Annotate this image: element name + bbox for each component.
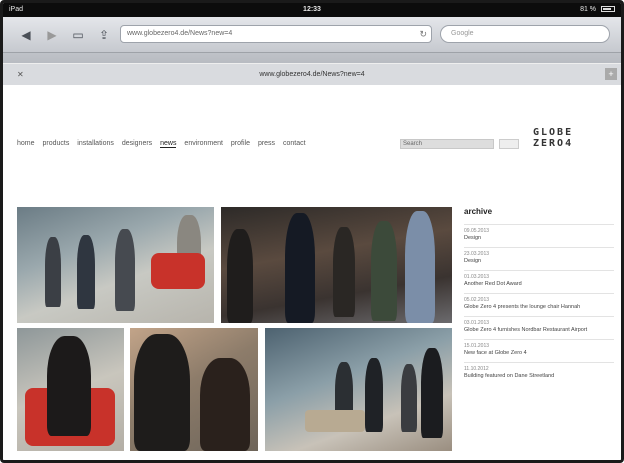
news-photo-3[interactable] <box>17 328 124 451</box>
search-input[interactable]: Google <box>440 25 610 43</box>
archive-item[interactable]: 03.01.2013 Globe Zero 4 furnishes Nordba… <box>464 316 614 339</box>
tab-title: www.globezero4.de/News?new=4 <box>259 71 365 78</box>
bookmarks-icon[interactable]: ▭ <box>69 26 87 44</box>
share-icon[interactable]: ⇪ <box>95 26 113 44</box>
nav-environment[interactable]: environment <box>184 140 223 147</box>
archive-date: 01.03.2013 <box>464 274 490 280</box>
archive-title: Another Red Dot Award <box>464 281 522 287</box>
nav-installations[interactable]: installations <box>77 140 114 147</box>
archive-item[interactable]: 11.10.2012 Building featured on Dane Str… <box>464 362 614 385</box>
nav-products[interactable]: products <box>42 140 69 147</box>
archive-sidebar: archive 09.05.2013 Design 23.03.2013 Des… <box>464 207 614 385</box>
archive-item[interactable]: 09.05.2013 Design <box>464 224 614 247</box>
new-tab-icon[interactable]: + <box>605 68 617 80</box>
battery-status: 81 % <box>580 3 615 17</box>
web-page: home products installations designers ne… <box>3 86 621 460</box>
archive-item[interactable]: 23.03.2013 Design <box>464 247 614 270</box>
reload-icon[interactable]: ↻ <box>419 26 427 42</box>
archive-title: Design <box>464 235 482 241</box>
archive-title: Design <box>464 258 482 264</box>
archive-date: 03.01.2013 <box>464 320 490 326</box>
browser-toolbar: ◀ ▶ ▭ ⇪ www.globezero4.de/News?new=4 ↻ G… <box>3 17 621 53</box>
battery-label: 81 % <box>580 6 597 13</box>
globe-zero4-logo[interactable]: GLOBE ZERO4 <box>533 127 613 149</box>
archive-title: Globe Zero 4 presents the lounge chair H… <box>464 304 581 310</box>
news-photo-5[interactable] <box>265 328 452 451</box>
clock: 12:33 <box>303 6 321 13</box>
archive-item[interactable]: 05.02.2013 Globe Zero 4 presents the lou… <box>464 293 614 316</box>
news-photo-1[interactable] <box>17 207 214 323</box>
archive-date: 11.10.2012 <box>464 366 489 372</box>
site-nav: home products installations designers ne… <box>17 140 312 148</box>
archive-date: 09.05.2013 <box>464 228 490 234</box>
back-icon[interactable]: ◀ <box>17 26 35 44</box>
nav-profile[interactable]: profile <box>231 140 250 147</box>
device-frame: iPad 12:33 81 % ◀ ▶ ▭ ⇪ www.globezero4.d… <box>0 0 624 463</box>
close-tab-icon[interactable]: ✕ <box>17 64 24 86</box>
nav-designers[interactable]: designers <box>122 140 152 147</box>
logo-line-1: GLOBE <box>533 127 574 138</box>
archive-title: Globe Zero 4 furnishes Nordbar Restauran… <box>464 327 588 333</box>
archive-date: 15.01.2013 <box>464 343 490 349</box>
url-text: www.globezero4.de/News?new=4 <box>127 30 233 37</box>
archive-heading: archive <box>464 207 493 216</box>
nav-home[interactable]: home <box>17 140 35 147</box>
site-search-input[interactable]: Search <box>400 139 494 149</box>
address-bar[interactable]: www.globezero4.de/News?new=4 ↻ <box>120 25 432 43</box>
archive-date: 23.03.2013 <box>464 251 490 257</box>
news-photo-4[interactable] <box>130 328 258 451</box>
logo-line-2: ZERO4 <box>533 138 574 149</box>
archive-date: 05.02.2013 <box>464 297 490 303</box>
nav-news[interactable]: news <box>160 140 177 148</box>
archive-item[interactable]: 01.03.2013 Another Red Dot Award <box>464 270 614 293</box>
forward-icon[interactable]: ▶ <box>43 26 61 44</box>
archive-title: New face at Globe Zero 4 <box>464 350 527 356</box>
news-photo-2[interactable] <box>221 207 452 323</box>
tab-bar: ✕ www.globezero4.de/News?new=4 + <box>3 53 621 85</box>
battery-icon <box>601 6 615 12</box>
nav-contact[interactable]: contact <box>283 140 306 147</box>
nav-press[interactable]: press <box>258 140 275 147</box>
browser-tab[interactable]: ✕ www.globezero4.de/News?new=4 + <box>3 63 621 85</box>
archive-item[interactable]: 15.01.2013 New face at Globe Zero 4 <box>464 339 614 362</box>
status-bar: iPad 12:33 81 % <box>3 3 621 17</box>
site-search-button[interactable] <box>499 139 519 149</box>
archive-title: Building featured on Dane Streetland <box>464 373 555 379</box>
